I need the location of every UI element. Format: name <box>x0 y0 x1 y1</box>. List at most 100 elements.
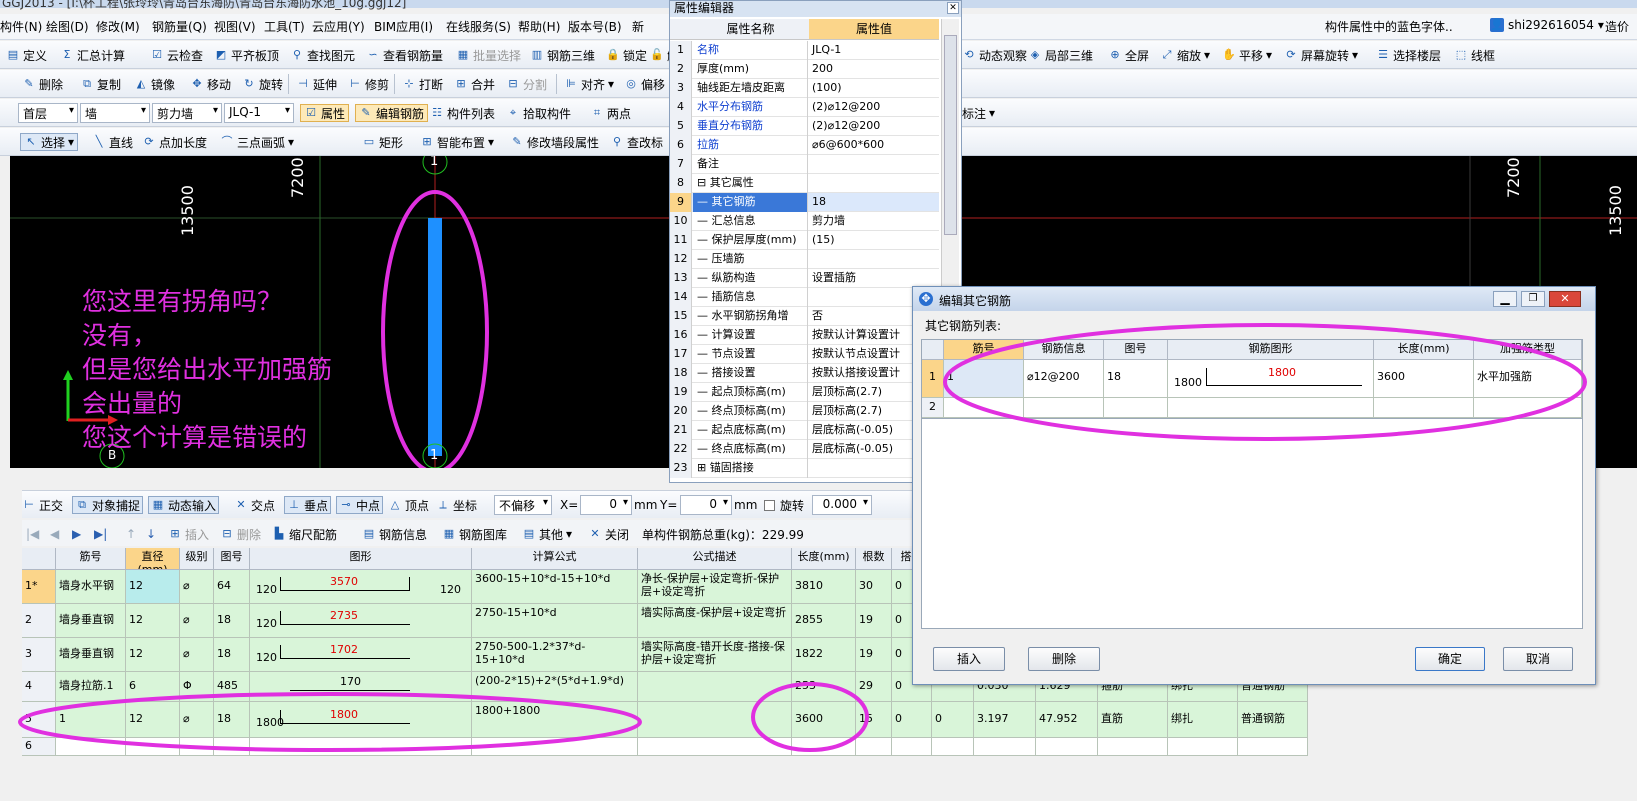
table-cell[interactable]: 墙实际高度-保护层+设定弯折 <box>638 604 792 638</box>
table-cell[interactable]: 120 2735 <box>250 604 472 638</box>
move-up-button[interactable]: ↑ <box>126 525 136 543</box>
table-cell[interactable]: 12 <box>126 604 180 638</box>
close-table-button[interactable]: ✕ 关闭 <box>588 525 629 543</box>
dialog-row-1-length[interactable]: 3600 <box>1374 360 1474 398</box>
minimize-icon[interactable]: ▁ <box>1493 291 1517 307</box>
table-cell[interactable]: 12 <box>126 638 180 672</box>
delete-row-button[interactable]: ⊟ 删除 <box>220 525 261 543</box>
rebar-info-button[interactable]: ▤ 钢筋信息 <box>362 525 427 543</box>
batch-select-button[interactable]: ▦ 批量选择 <box>456 46 521 64</box>
property-row[interactable]: 10— 汇总信息 剪力墙 <box>670 212 939 231</box>
wireframe-button[interactable]: ⬚ 线框 <box>1454 46 1495 64</box>
table-cell[interactable]: 0 <box>892 702 932 738</box>
property-value[interactable]: (15) <box>809 231 939 250</box>
dialog-row-1-bar-no[interactable]: 1 <box>944 360 1024 398</box>
table-cell[interactable]: 墙实际高度-错开长度-搭接-保护层+设定弯折 <box>638 638 792 672</box>
table-cell[interactable]: 19 <box>856 638 892 672</box>
three-point-arc-button[interactable]: ⌒ 三点画弧 ▾ <box>220 133 295 151</box>
other-button[interactable]: ▤ 其他 ▾ <box>522 525 572 543</box>
rectangle-button[interactable]: ▭ 矩形 <box>362 133 403 151</box>
cloud-check-button[interactable]: ☑ 云检查 <box>150 46 203 64</box>
dialog-row-1-shape-no[interactable]: 18 <box>1104 360 1168 398</box>
menu-view[interactable]: 视图(V) <box>214 18 256 35</box>
next-record-button[interactable]: ▶ <box>72 525 81 543</box>
table-cell[interactable]: 3810 <box>792 570 856 604</box>
close-icon[interactable]: ✕ <box>947 2 959 14</box>
scale-rebar-button[interactable]: ▙ 缩尺配筋 <box>272 525 337 543</box>
table-cell[interactable]: 墙身垂直钢筋.1 <box>56 604 126 638</box>
table-cell[interactable]: 净长-保护层+设定弯折-保护层+设定弯折 <box>638 570 792 604</box>
annotation-button[interactable]: 标注 ▾ <box>962 104 995 122</box>
dynamic-view-button[interactable]: ⟲ 动态观察 <box>962 46 1027 64</box>
table-cell[interactable]: 18 <box>214 638 250 672</box>
select-button[interactable]: ↖ 选择 ▾ <box>20 133 79 151</box>
view-rebar-qty-button[interactable]: ∽ 查看钢筋量 <box>366 46 443 64</box>
table-cell[interactable]: 2750-500-1.2*37*d-15+10*d <box>472 638 638 672</box>
scrollbar-thumb[interactable] <box>944 35 957 235</box>
menu-draw[interactable]: 绘图(D) <box>46 18 89 35</box>
dialog-row-1-info[interactable]: ⌀12@200 <box>1024 360 1104 398</box>
x-input[interactable]: 0 <box>580 495 632 515</box>
vertex-button[interactable]: △ 顶点 <box>388 496 429 514</box>
table-cell[interactable]: 2855 <box>792 604 856 638</box>
dynamic-input-button[interactable]: ▦ 动态输入 <box>148 496 220 514</box>
prev-record-button[interactable]: ◀ <box>50 525 59 543</box>
menu-bim[interactable]: BIM应用(I) <box>374 18 433 35</box>
copy-button[interactable]: ⧉ 复制 <box>80 75 121 93</box>
select-floor-button[interactable]: ☰ 选择楼层 <box>1376 46 1441 64</box>
property-row[interactable]: 9— 其它钢筋 18 <box>670 193 939 212</box>
type-select[interactable]: 墙 <box>80 103 150 123</box>
table-cell[interactable] <box>1168 738 1238 756</box>
rotate-checkbox[interactable] <box>764 500 775 511</box>
table-cell[interactable] <box>932 738 974 756</box>
property-row[interactable]: 20— 终点顶标高(m) 层顶标高(2.7) <box>670 402 939 421</box>
table-cell[interactable]: 直筋 <box>1098 702 1168 738</box>
table-cell[interactable] <box>638 702 792 738</box>
property-row[interactable]: 3 轴线距左墙皮距离 (100) <box>670 79 939 98</box>
table-cell[interactable] <box>792 738 856 756</box>
table-cell[interactable]: 3600 <box>792 702 856 738</box>
fullscreen-button[interactable]: ⊕ 全屏 <box>1108 46 1149 64</box>
dialog-row-1-shape[interactable]: 1800 1800 <box>1168 360 1374 398</box>
pan-button[interactable]: ✋ 平移 ▾ <box>1222 46 1272 64</box>
coordinate-button[interactable]: ⟂ 坐标 <box>436 496 477 514</box>
insert-button[interactable]: 插入 <box>933 647 1005 671</box>
table-cell[interactable]: 1 <box>56 702 126 738</box>
properties-button[interactable]: ☑ 属性 <box>300 104 350 122</box>
property-row[interactable]: 2 厚度(mm) 200 <box>670 60 939 79</box>
last-record-button[interactable]: ▶| <box>94 525 107 543</box>
merge-button[interactable]: ⊞ 合并 <box>454 75 495 93</box>
lock-button[interactable]: 🔒 锁定 <box>606 46 647 64</box>
table-cell[interactable]: 120 3570 120 <box>250 570 472 604</box>
table-cell[interactable]: 墙身垂直钢筋.2 <box>56 638 126 672</box>
property-row[interactable]: 6 拉筋 ⌀6@600*600 <box>670 136 939 155</box>
property-row[interactable]: 8 ⊟ 其它属性 <box>670 174 939 193</box>
table-cell[interactable]: 170 <box>250 672 472 702</box>
header-notice[interactable]: 构件属性中的蓝色字体.. <box>1325 18 1453 35</box>
table-cell[interactable]: 绑扎 <box>1168 702 1238 738</box>
table-cell[interactable] <box>180 738 214 756</box>
maximize-icon[interactable]: ❐ <box>1521 291 1545 307</box>
y-input[interactable]: 0 <box>680 495 732 515</box>
property-row[interactable]: 7 备注 <box>670 155 939 174</box>
find-element-button[interactable]: ⚲ 查找图元 <box>290 46 355 64</box>
user-account[interactable]: 👤 shi292616054 ▾ <box>1490 18 1604 32</box>
table-cell[interactable]: 18 <box>214 604 250 638</box>
table-cell[interactable]: ⌀ <box>180 604 214 638</box>
property-row[interactable]: 22— 终点底标高(m) 层底标高(-0.05) <box>670 440 939 459</box>
table-cell[interactable]: 1800 1800 <box>250 702 472 738</box>
table-cell[interactable]: 6 <box>126 672 180 702</box>
table-cell[interactable]: (200-2*15)+2*(5*d+1.9*d) <box>472 672 638 702</box>
header-more[interactable]: 造价 <box>1605 18 1629 35</box>
edit-rebar-button[interactable]: ✎ 编辑钢筋 <box>355 104 429 122</box>
menu-rebar-qty[interactable]: 钢筋量(Q) <box>152 18 207 35</box>
property-value[interactable]: 18 <box>809 193 939 212</box>
table-cell[interactable]: ⌀ <box>180 570 214 604</box>
table-cell[interactable]: 1822 <box>792 638 856 672</box>
cancel-button[interactable]: 取消 <box>1503 647 1573 671</box>
property-value[interactable]: 剪力墙 <box>809 212 939 231</box>
two-point-button[interactable]: ⌗ 两点 <box>590 104 631 122</box>
offset-select[interactable]: 不偏移 <box>494 495 552 515</box>
table-cell[interactable] <box>472 738 638 756</box>
ortho-button[interactable]: ⊢ 正交 <box>22 496 63 514</box>
